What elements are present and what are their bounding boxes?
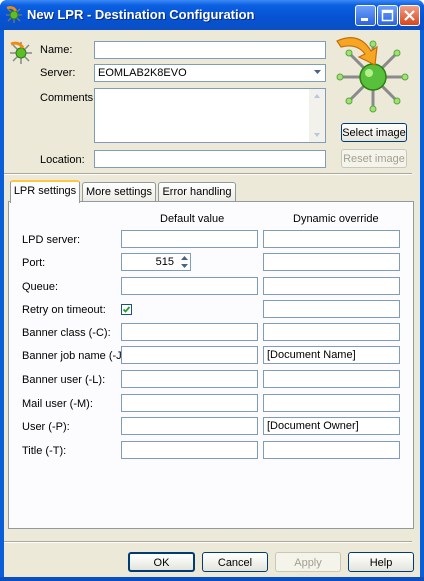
title-bar[interactable]: New LPR - Destination Configuration <box>0 0 424 30</box>
queue-label: Queue: <box>22 281 59 293</box>
mail-user-default-input[interactable] <box>121 394 258 412</box>
server-value: EOMLAB2K8EVO <box>98 67 187 79</box>
apply-button[interactable]: Apply <box>275 552 341 572</box>
name-input[interactable] <box>94 41 326 59</box>
printer-destination-image <box>336 37 409 113</box>
port-dynamic-input[interactable] <box>263 253 400 271</box>
scroll-arrows-icon <box>314 94 320 137</box>
reset-image-button[interactable]: Reset image <box>341 149 407 168</box>
port-label: Port: <box>22 257 46 269</box>
mail-user-dynamic-input[interactable] <box>263 394 400 412</box>
user-default-input[interactable] <box>121 417 258 435</box>
banner-job-name-default-input[interactable] <box>121 346 258 364</box>
dynamic-override-header: Dynamic override <box>293 213 379 225</box>
banner-class-dynamic-input[interactable] <box>263 323 400 341</box>
title-default-input[interactable] <box>121 441 258 459</box>
spin-up-icon[interactable] <box>179 254 190 270</box>
destination-icon <box>6 6 22 23</box>
banner-user-dynamic-input[interactable] <box>263 370 400 388</box>
banner-user-default-input[interactable] <box>121 370 258 388</box>
queue-dynamic-input[interactable] <box>263 277 400 295</box>
tab-error-handling[interactable]: Error handling <box>158 182 236 201</box>
default-value-header: Default value <box>160 213 225 225</box>
retry-dynamic-input[interactable] <box>263 300 400 318</box>
title-label: Title (-T): <box>22 445 67 457</box>
banner-user-label: Banner user (-L): <box>22 374 106 386</box>
help-button[interactable]: Help <box>348 552 414 572</box>
tab-panel-lpr-settings <box>8 201 414 529</box>
minimize-icon <box>361 18 368 21</box>
close-button[interactable] <box>399 5 420 26</box>
lpd-server-default-input[interactable] <box>121 230 258 248</box>
banner-job-name-label: Banner job name (-J): <box>22 350 129 362</box>
banner-class-default-input[interactable] <box>121 323 258 341</box>
user-dynamic-input[interactable]: [Document Owner] <box>263 417 400 435</box>
banner-job-name-dynamic-input[interactable]: [Document Name] <box>263 346 400 364</box>
title-dynamic-input[interactable] <box>263 441 400 459</box>
window-title: New LPR - Destination Configuration <box>27 7 255 22</box>
select-image-button[interactable]: Select image <box>341 123 407 142</box>
comments-scrollbar[interactable] <box>309 89 325 142</box>
banner-class-label: Banner class (-C): <box>22 327 111 339</box>
maximize-button[interactable] <box>377 5 398 26</box>
checkmark-icon <box>122 306 131 313</box>
dropdown-arrow-icon[interactable] <box>314 70 322 76</box>
separator <box>4 173 412 175</box>
comments-textarea[interactable] <box>94 88 326 143</box>
lpd-server-dynamic-input[interactable] <box>263 230 400 248</box>
retry-on-timeout-checkbox[interactable] <box>121 304 132 315</box>
minimize-button[interactable] <box>355 5 376 26</box>
retry-on-timeout-label: Retry on timeout: <box>22 304 106 316</box>
ok-button[interactable]: OK <box>128 552 195 572</box>
close-icon <box>404 10 415 21</box>
lpd-server-label: LPD server: <box>22 234 81 246</box>
mail-user-label: Mail user (-M): <box>22 398 93 410</box>
tab-more-settings[interactable]: More settings <box>82 182 156 201</box>
spin-down-icon <box>181 264 188 268</box>
location-input[interactable] <box>94 150 326 168</box>
user-label: User (-P): <box>22 421 70 433</box>
server-label: Server: <box>40 67 76 79</box>
location-label: Location: <box>40 154 85 166</box>
queue-default-input[interactable] <box>121 277 258 295</box>
window-frame-bottom <box>0 577 424 581</box>
comments-label: Comments: <box>40 92 97 104</box>
destination-small-icon <box>10 41 32 64</box>
footer-separator <box>4 541 412 543</box>
tab-lpr-settings[interactable]: LPR settings <box>10 180 80 203</box>
server-select[interactable]: EOMLAB2K8EVO <box>94 64 326 82</box>
name-label: Name: <box>40 44 73 56</box>
cancel-button[interactable]: Cancel <box>202 552 268 572</box>
maximize-icon <box>381 9 394 22</box>
port-spinner[interactable] <box>179 254 190 270</box>
